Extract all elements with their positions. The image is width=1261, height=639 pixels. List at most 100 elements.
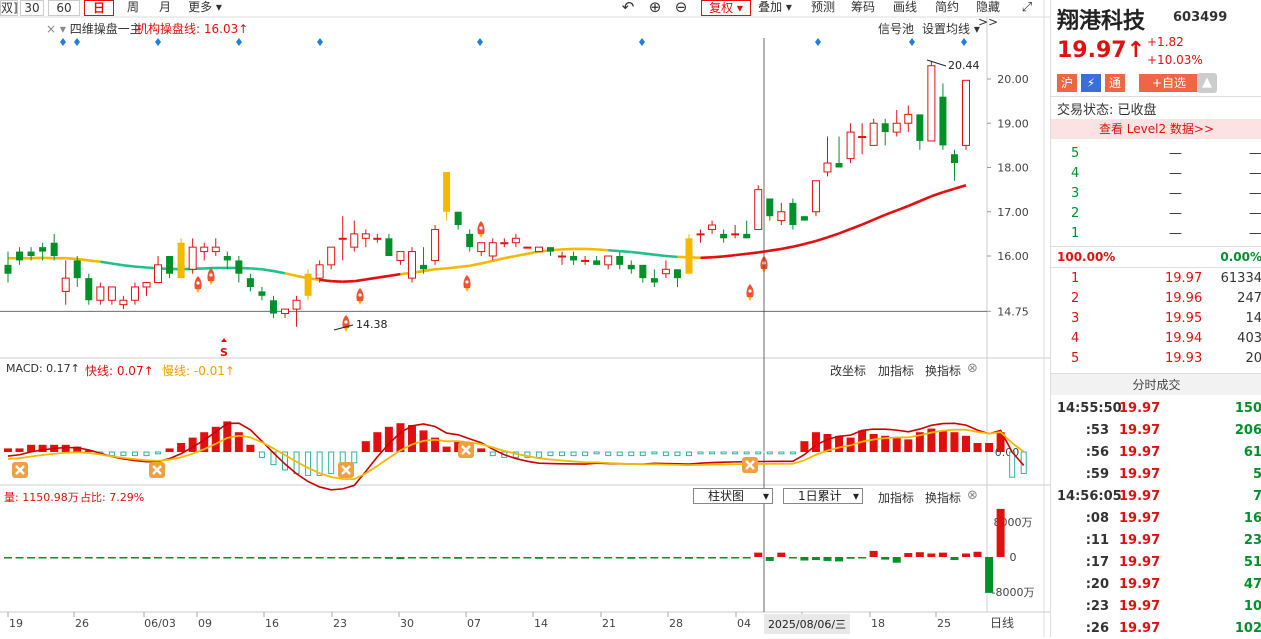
candle-body bbox=[143, 283, 150, 287]
flow-bar bbox=[431, 557, 439, 559]
s-marker-arrow bbox=[221, 338, 227, 342]
candle-body bbox=[258, 291, 265, 295]
connect-tag[interactable]: 通 bbox=[1105, 74, 1125, 92]
period-tab-0[interactable]: 双] bbox=[0, 0, 18, 16]
date-tick-label: 19 bbox=[9, 617, 23, 630]
flow-bar bbox=[154, 557, 162, 559]
candle-body bbox=[316, 265, 323, 278]
ma-settings-button[interactable]: 设置均线 ▾ bbox=[922, 20, 980, 37]
bid-level: 2 bbox=[1071, 291, 1079, 306]
switch-indicator-button-2[interactable]: 换指标 bbox=[925, 489, 961, 506]
bid-volume: 247 bbox=[1237, 291, 1261, 306]
candle-body bbox=[766, 198, 773, 216]
ask-volume: — bbox=[1249, 146, 1261, 161]
forecast-button[interactable]: 预测 bbox=[806, 0, 840, 16]
flow-bar bbox=[189, 557, 197, 559]
ask-level: 5 bbox=[1071, 146, 1079, 161]
chip-button[interactable]: 筹码 bbox=[846, 0, 880, 16]
flow-bar bbox=[616, 557, 624, 559]
flow-bar bbox=[143, 557, 151, 559]
ask-row: 3—— bbox=[1051, 184, 1261, 204]
flow-bar bbox=[443, 557, 451, 559]
flow-bar bbox=[500, 557, 508, 559]
period-tab-week[interactable]: 周 bbox=[118, 0, 148, 16]
institution-line-segment bbox=[712, 256, 724, 257]
chart-type-select[interactable]: 柱状图▾ bbox=[693, 488, 773, 504]
undo-icon[interactable]: ↶ bbox=[618, 0, 638, 16]
period-tab-month[interactable]: 月 bbox=[150, 0, 180, 16]
zoom-in-icon[interactable]: ⊕ bbox=[645, 0, 665, 16]
flow-bar bbox=[166, 557, 174, 559]
flow-bar bbox=[454, 557, 462, 559]
ask-price: — bbox=[1169, 226, 1182, 241]
candle-body bbox=[328, 247, 335, 265]
candle-body bbox=[224, 256, 231, 260]
period-tab-day[interactable]: 日 bbox=[84, 0, 114, 16]
macd-slow-value: 慢线: -0.01↑ bbox=[162, 362, 235, 379]
institution-line-segment bbox=[793, 244, 805, 247]
more-periods-button[interactable]: 更多 ▾ bbox=[184, 0, 226, 16]
flow-value: 量: 1150.98万 bbox=[4, 489, 79, 505]
bid-row: 319.9514 bbox=[1051, 309, 1261, 329]
add-indicator-button-2[interactable]: 加指标 bbox=[878, 489, 914, 506]
flow-bar bbox=[535, 557, 543, 559]
add-indicator-button[interactable]: 加指标 bbox=[878, 362, 914, 379]
period-tab-30[interactable]: 30 bbox=[20, 0, 44, 16]
candle-body bbox=[120, 300, 127, 304]
alert-bell-icon[interactable]: ▲ bbox=[1197, 73, 1217, 93]
close-icon[interactable]: × bbox=[46, 22, 56, 36]
flow-bar bbox=[974, 552, 982, 557]
zoom-out-icon[interactable]: ⊖ bbox=[671, 0, 691, 16]
flow-bar bbox=[697, 557, 705, 559]
switch-indicator-button[interactable]: 换指标 bbox=[925, 362, 961, 379]
fullscreen-icon[interactable]: ⤢ bbox=[1018, 0, 1036, 16]
kline-chart[interactable]: 20.0019.0018.0017.0016.0014.75S20.4414.3… bbox=[0, 0, 1050, 637]
flow-bar bbox=[408, 557, 416, 559]
tick-time: :26 bbox=[1086, 621, 1109, 636]
macd-bar bbox=[4, 448, 12, 452]
ask-row: 5—— bbox=[1051, 144, 1261, 164]
accumulate-select[interactable]: 1日累计▾ bbox=[783, 488, 863, 504]
candle-body bbox=[547, 247, 554, 251]
market-tag[interactable]: 沪 bbox=[1057, 74, 1077, 92]
candle-body bbox=[16, 252, 23, 261]
candle-body bbox=[51, 243, 58, 256]
tick-row: 14:55:5019.97150 bbox=[1051, 399, 1261, 419]
change-axis-button[interactable]: 改坐标 bbox=[830, 362, 866, 379]
flow-bar bbox=[396, 557, 404, 559]
level2-link[interactable]: 查看 Level2 数据>> bbox=[1051, 119, 1261, 139]
fuquan-label: 复权 bbox=[709, 1, 733, 15]
bid-price: 19.94 bbox=[1165, 331, 1202, 346]
flow-bar bbox=[85, 557, 93, 559]
signal-diamond bbox=[909, 38, 915, 46]
tick-row: :5619.9761 bbox=[1051, 443, 1261, 463]
indicator-selector[interactable]: × ▾ 四维操盘一主 bbox=[46, 20, 142, 37]
flow-bar bbox=[466, 557, 474, 559]
candle-body bbox=[963, 80, 970, 145]
fuquan-button[interactable]: 复权 ▾ bbox=[701, 0, 751, 16]
overlay-button[interactable]: 叠加 ▾ bbox=[754, 0, 796, 16]
hide-button[interactable]: 隐藏>> bbox=[968, 0, 1008, 16]
candle-body bbox=[97, 287, 104, 300]
close-macd-icon[interactable]: ⊗ bbox=[967, 361, 978, 376]
flow-bar bbox=[673, 557, 681, 559]
buy-ratio: 100.00% bbox=[1057, 250, 1115, 264]
institution-line-segment bbox=[897, 206, 909, 210]
close-flow-icon[interactable]: ⊗ bbox=[967, 488, 978, 503]
draw-button[interactable]: 画线 bbox=[888, 0, 922, 16]
flow-bar bbox=[685, 557, 693, 559]
institution-line-segment bbox=[643, 253, 655, 254]
signal-diamond bbox=[74, 38, 80, 46]
add-watchlist-button[interactable]: +自选 bbox=[1139, 74, 1199, 92]
chevron-down-icon: ▾ bbox=[763, 489, 769, 503]
candle-body bbox=[651, 278, 658, 282]
bid-volume: 61334 bbox=[1221, 271, 1261, 286]
rocket-icon bbox=[194, 276, 201, 293]
signal-pool-button[interactable]: 信号池 bbox=[878, 20, 914, 37]
candle-body bbox=[305, 274, 312, 296]
flash-icon[interactable]: ⚡ bbox=[1081, 74, 1101, 92]
period-tab-60[interactable]: 60 bbox=[48, 0, 80, 16]
candle-body bbox=[282, 309, 289, 313]
simple-button[interactable]: 简约 bbox=[930, 0, 964, 16]
institution-line-segment bbox=[89, 260, 101, 261]
